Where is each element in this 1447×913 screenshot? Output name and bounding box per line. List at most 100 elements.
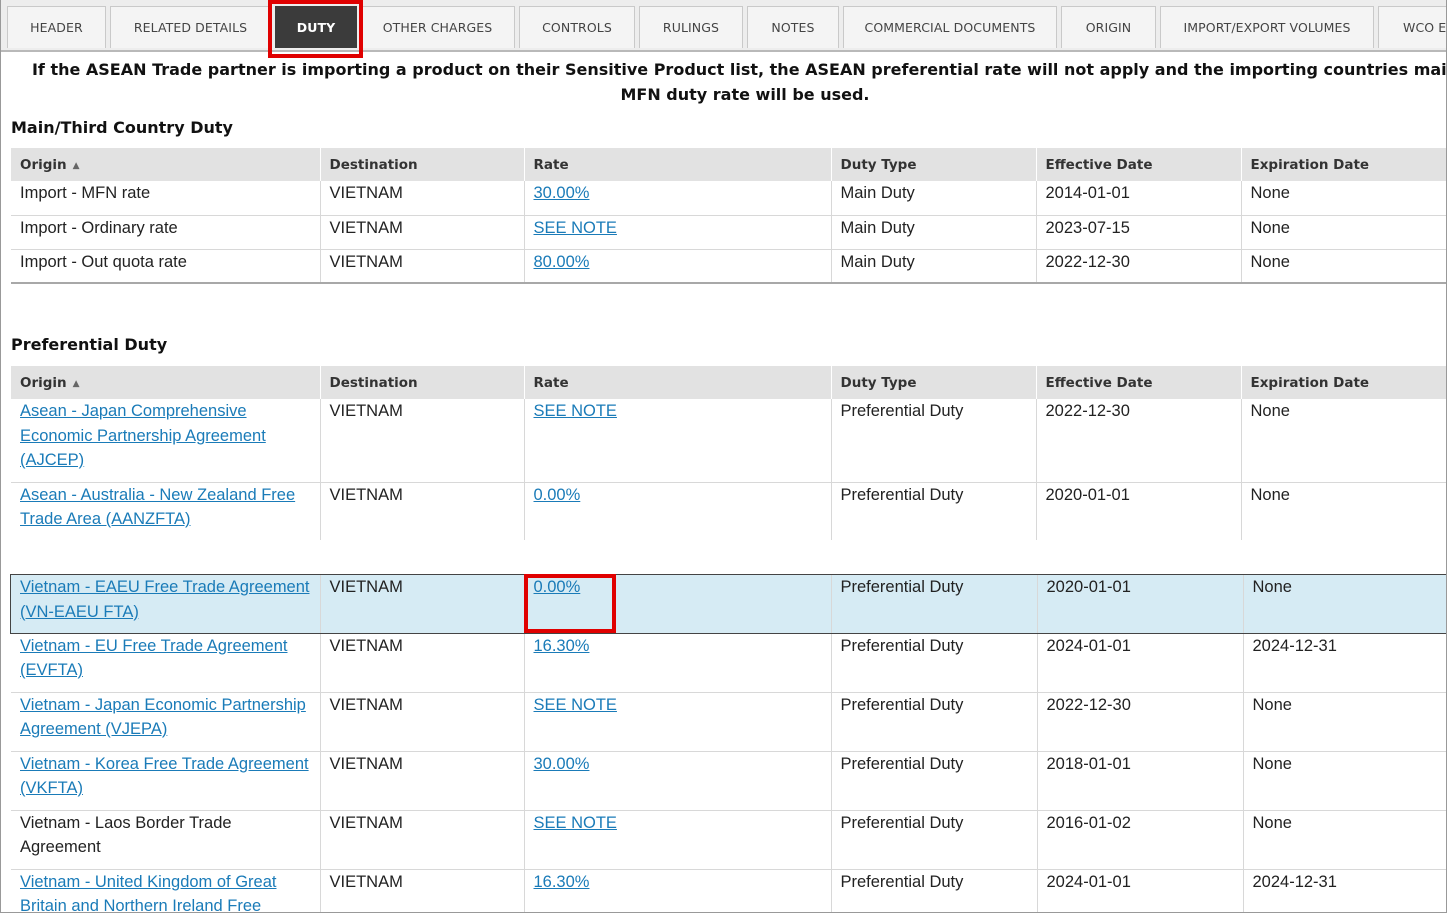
- origin-link[interactable]: Asean - Australia - New Zealand Free Tra…: [20, 486, 295, 529]
- col-destination[interactable]: Destination: [320, 366, 525, 399]
- expiration-date-cell: 2024-12-31: [1243, 869, 1446, 912]
- expiration-date-cell: None: [1241, 399, 1446, 483]
- sort-asc-icon[interactable]: ▲: [73, 379, 80, 389]
- effective-date-cell: 2022-12-30: [1036, 249, 1242, 284]
- table-row: Asean - Japan Comprehensive Economic Par…: [11, 399, 1446, 483]
- col-effective-date[interactable]: Effective Date: [1036, 148, 1242, 181]
- col-expiration-date[interactable]: Expiration Date: [1241, 148, 1446, 181]
- origin-link[interactable]: Asean - Japan Comprehensive Economic Par…: [20, 402, 266, 469]
- expiration-date-cell: None: [1243, 810, 1446, 870]
- duty-type-cell: Preferential Duty: [831, 869, 1038, 912]
- rate-link[interactable]: 80.00%: [534, 253, 590, 271]
- destination-cell: VIETNAM: [320, 215, 525, 250]
- rate-link[interactable]: SEE NOTE: [534, 696, 617, 714]
- destination-cell: VIETNAM: [320, 181, 525, 216]
- tab-notes[interactable]: NOTES: [747, 6, 839, 48]
- table-row: Vietnam - Laos Border Trade Agreement VI…: [11, 810, 1446, 870]
- sort-asc-icon[interactable]: ▲: [73, 161, 80, 171]
- effective-date-cell: 2016-01-02: [1037, 810, 1244, 870]
- preferential-duty-table-continued: Vietnam - EAEU Free Trade Agreement (VN-…: [10, 574, 1446, 913]
- tab-wco[interactable]: WCO E: [1378, 6, 1446, 48]
- effective-date-cell: 2018-01-01: [1037, 751, 1244, 811]
- table-row: Vietnam - Japan Economic Partnership Agr…: [11, 692, 1446, 752]
- duty-type-cell: Preferential Duty: [831, 399, 1037, 483]
- expiration-date-cell: None: [1241, 249, 1446, 284]
- rate-link[interactable]: 30.00%: [534, 184, 590, 202]
- destination-cell: VIETNAM: [320, 751, 525, 811]
- col-duty-type[interactable]: Duty Type: [831, 366, 1037, 399]
- origin-cell: Vietnam - Laos Border Trade Agreement: [11, 810, 321, 870]
- table-row: Vietnam - Korea Free Trade Agreement (VK…: [11, 751, 1446, 811]
- col-rate[interactable]: Rate: [524, 148, 832, 181]
- duty-type-cell: Main Duty: [831, 215, 1037, 250]
- effective-date-cell: 2014-01-01: [1036, 181, 1242, 216]
- tab-bar: HEADER RELATED DETAILS DUTY OTHER CHARGE…: [1, 0, 1446, 52]
- tab-import-export-volumes[interactable]: IMPORT/EXPORT VOLUMES: [1160, 6, 1374, 48]
- tab-other-charges[interactable]: OTHER CHARGES: [360, 6, 515, 48]
- col-origin[interactable]: Origin ▲: [11, 148, 321, 181]
- rate-link[interactable]: SEE NOTE: [534, 402, 617, 420]
- destination-cell: VIETNAM: [320, 810, 525, 870]
- expiration-date-cell: None: [1241, 482, 1446, 540]
- col-origin[interactable]: Origin ▲: [11, 366, 321, 399]
- table-row: Import - MFN rate VIETNAM 30.00% Main Du…: [11, 181, 1446, 216]
- rate-link[interactable]: 30.00%: [534, 755, 590, 773]
- origin-link[interactable]: Vietnam - EU Free Trade Agreement (EVFTA…: [20, 637, 288, 680]
- origin-link[interactable]: Vietnam - EAEU Free Trade Agreement (VN-…: [20, 578, 310, 621]
- duty-type-cell: Main Duty: [831, 181, 1037, 216]
- preferential-duty-table: Origin ▲ Destination Rate Duty Type Effec…: [11, 366, 1446, 540]
- table-row: Vietnam - United Kingdom of Great Britai…: [11, 869, 1446, 913]
- table-row: Import - Ordinary rate VIETNAM SEE NOTE …: [11, 215, 1446, 250]
- col-effective-date[interactable]: Effective Date: [1036, 366, 1242, 399]
- duty-type-cell: Preferential Duty: [831, 482, 1037, 540]
- duty-type-cell: Preferential Duty: [831, 633, 1038, 693]
- origin-cell: Import - Out quota rate: [11, 249, 321, 284]
- table-row-selected[interactable]: Vietnam - EAEU Free Trade Agreement (VN-…: [10, 574, 1446, 634]
- col-rate[interactable]: Rate: [524, 366, 832, 399]
- origin-cell: Import - MFN rate: [11, 181, 321, 216]
- rate-link[interactable]: 16.30%: [534, 637, 590, 655]
- main-duty-table: Origin ▲ Destination Rate Duty Type Effec…: [11, 148, 1446, 284]
- sensitive-product-notice: If the ASEAN Trade partner is importing …: [31, 60, 1447, 104]
- origin-link[interactable]: Vietnam - Japan Economic Partnership Agr…: [20, 696, 306, 739]
- duty-type-cell: Preferential Duty: [831, 575, 1038, 634]
- effective-date-cell: 2023-07-15: [1036, 215, 1242, 250]
- origin-cell: Import - Ordinary rate: [11, 215, 321, 250]
- rate-link[interactable]: SEE NOTE: [534, 814, 617, 832]
- rate-link[interactable]: SEE NOTE: [534, 219, 617, 237]
- duty-type-cell: Preferential Duty: [831, 810, 1038, 870]
- origin-link[interactable]: Vietnam - Korea Free Trade Agreement (VK…: [20, 755, 309, 798]
- table-row: Vietnam - EU Free Trade Agreement (EVFTA…: [11, 633, 1446, 693]
- tab-rulings[interactable]: RULINGS: [639, 6, 743, 48]
- duty-type-cell: Preferential Duty: [831, 692, 1038, 752]
- table-row: Import - Out quota rate VIETNAM 80.00% M…: [11, 249, 1446, 284]
- col-destination[interactable]: Destination: [320, 148, 525, 181]
- effective-date-cell: 2020-01-01: [1037, 575, 1244, 634]
- rate-link[interactable]: 0.00%: [534, 578, 581, 596]
- expiration-date-cell: None: [1243, 575, 1446, 634]
- effective-date-cell: 2022-12-30: [1037, 692, 1244, 752]
- preferential-duty-title: Preferential Duty: [11, 335, 168, 354]
- destination-cell: VIETNAM: [320, 869, 525, 912]
- tab-related-details[interactable]: RELATED DETAILS: [110, 6, 271, 48]
- effective-date-cell: 2022-12-30: [1036, 399, 1242, 483]
- tab-origin[interactable]: ORIGIN: [1061, 6, 1156, 48]
- tab-duty[interactable]: DUTY: [275, 6, 357, 48]
- rate-link[interactable]: 0.00%: [534, 486, 581, 504]
- destination-cell: VIETNAM: [320, 399, 525, 483]
- destination-cell: VIETNAM: [320, 249, 525, 284]
- tab-commercial-documents[interactable]: COMMERCIAL DOCUMENTS: [843, 6, 1057, 48]
- expiration-date-cell: None: [1243, 751, 1446, 811]
- expiration-date-cell: None: [1243, 692, 1446, 752]
- destination-cell: VIETNAM: [320, 633, 525, 693]
- expiration-date-cell: None: [1241, 181, 1446, 216]
- rate-link[interactable]: 16.30%: [534, 873, 590, 891]
- destination-cell: VIETNAM: [320, 575, 525, 634]
- expiration-date-cell: 2024-12-31: [1243, 633, 1446, 693]
- duty-type-cell: Main Duty: [831, 249, 1037, 284]
- tab-header[interactable]: HEADER: [7, 6, 106, 48]
- col-duty-type[interactable]: Duty Type: [831, 148, 1037, 181]
- tab-controls[interactable]: CONTROLS: [519, 6, 635, 48]
- origin-link[interactable]: Vietnam - United Kingdom of Great Britai…: [20, 873, 277, 913]
- col-expiration-date[interactable]: Expiration Date: [1241, 366, 1446, 399]
